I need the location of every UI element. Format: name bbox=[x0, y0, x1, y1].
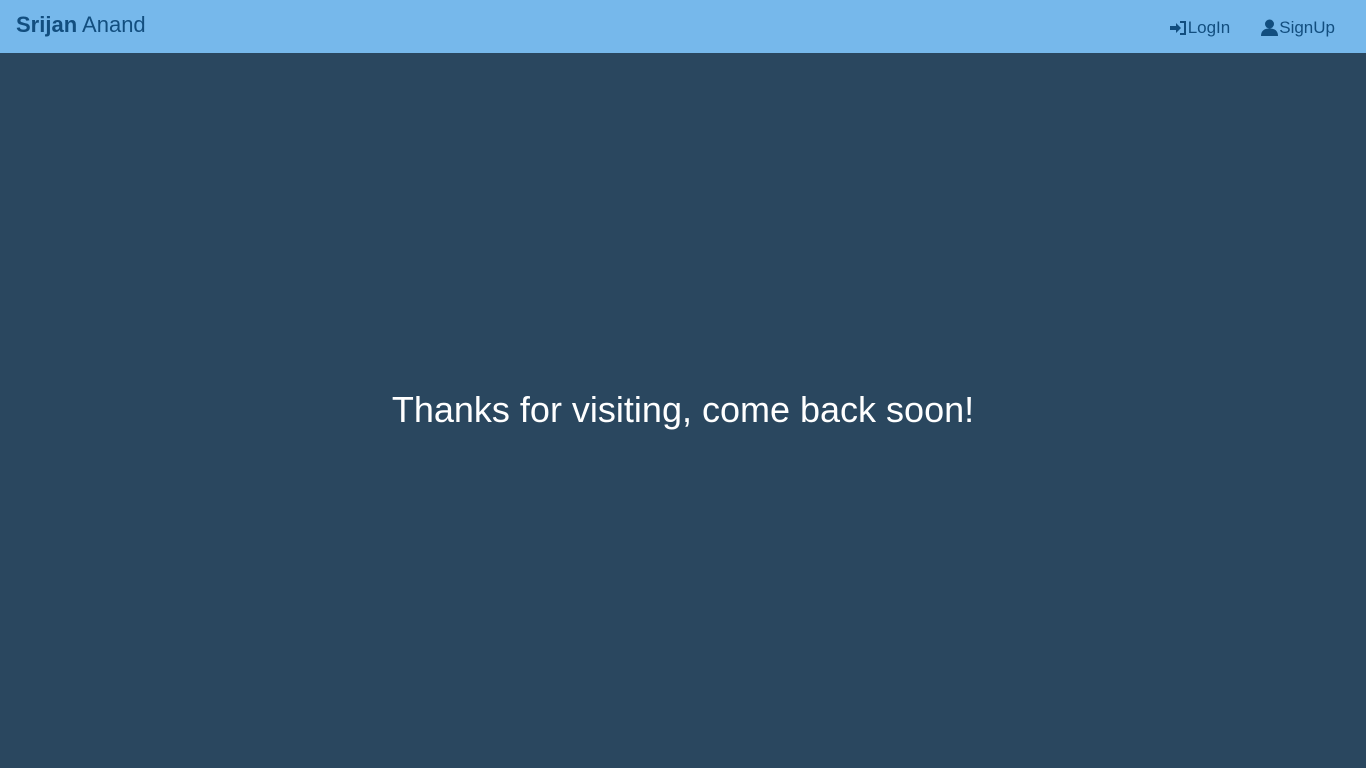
brand-first-name: Srijan bbox=[16, 12, 78, 37]
login-link-label: LogIn bbox=[1187, 17, 1231, 37]
nav-links: LogIn SignUp bbox=[1169, 0, 1366, 53]
top-navbar: Srijan Anand LogIn SignUp bbox=[0, 0, 1366, 53]
signup-link[interactable]: SignUp bbox=[1260, 16, 1335, 38]
login-link[interactable]: LogIn bbox=[1169, 16, 1231, 38]
brand-link[interactable]: Srijan Anand bbox=[16, 12, 146, 38]
user-icon bbox=[1260, 19, 1279, 37]
brand-last-name: Anand bbox=[82, 12, 146, 37]
sign-in-icon bbox=[1169, 19, 1188, 37]
signup-link-label: SignUp bbox=[1279, 17, 1335, 37]
thank-you-message: Thanks for visiting, come back soon! bbox=[391, 389, 975, 430]
